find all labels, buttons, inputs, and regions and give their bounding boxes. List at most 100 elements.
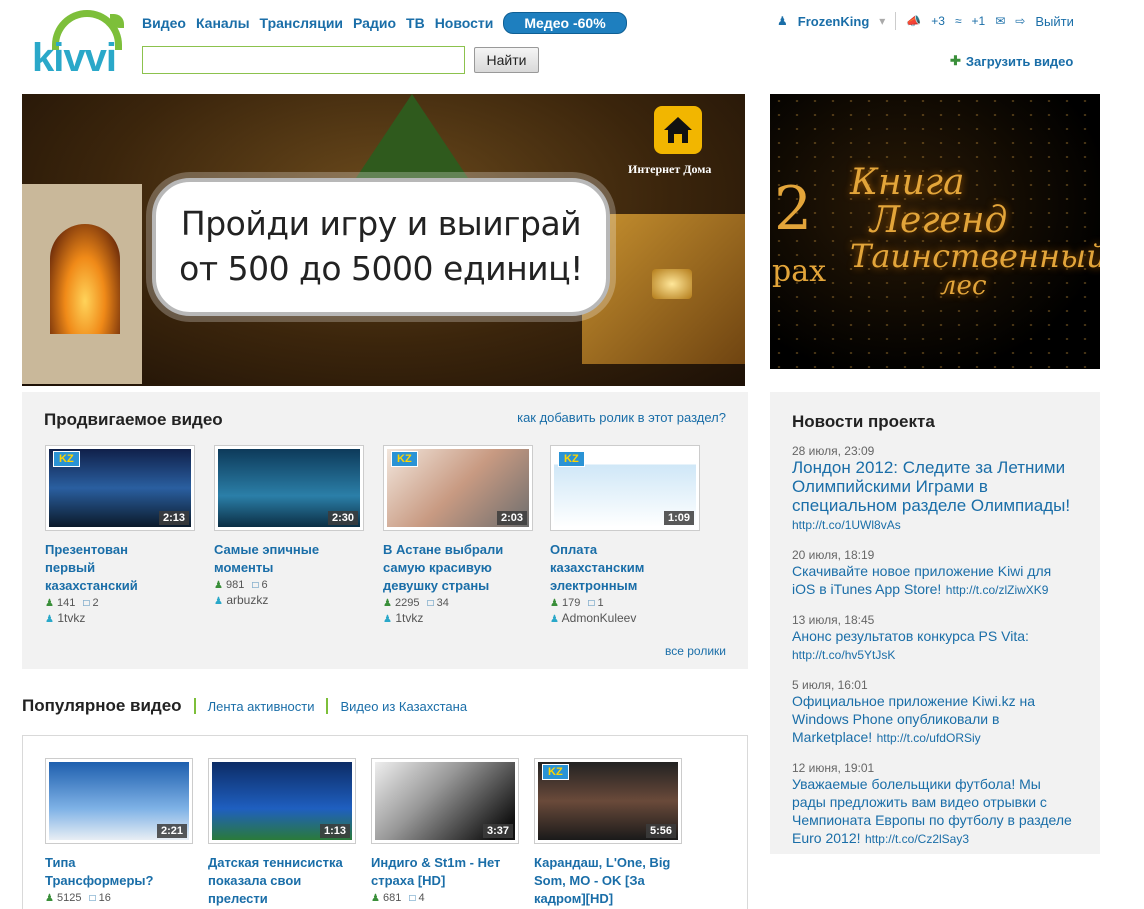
news-item: 20 июля, 18:19 Скачивайте новое приложен… — [792, 548, 1078, 599]
video-thumbnail[interactable]: KZ 2:13 — [45, 445, 195, 531]
video-card[interactable]: KZ 1:09 Оплата казахстанским электронным… — [550, 445, 700, 625]
how-to-add-link[interactable]: как добавить ролик в этот раздел? — [517, 410, 726, 425]
video-title[interactable]: Карандаш, L'One, Big Som, MO - OK [За ка… — [534, 854, 679, 908]
banner-line-1: Пройди игру и выиграй — [180, 204, 582, 244]
chevron-down-icon[interactable]: ▾ — [879, 14, 885, 28]
tab-kazakhstan-video[interactable]: Видео из Казахстана — [340, 699, 467, 714]
video-card[interactable]: 2:30 Самые эпичные моменты ♟ 981 □ 6 ♟ ar… — [214, 445, 364, 607]
comments-icon: □ — [409, 893, 416, 904]
video-thumbnail[interactable]: 3:37 — [371, 758, 519, 844]
tab-activity-feed[interactable]: Лента активности — [208, 699, 315, 714]
video-thumbnail[interactable]: KZ 2:03 — [383, 445, 533, 531]
author-name[interactable]: AdmonKuleev — [562, 611, 637, 625]
video-stats: ♟ 141 □ 2 — [45, 597, 195, 609]
tab-divider — [326, 698, 329, 714]
views-icon: ♟ — [550, 598, 559, 609]
popular-title[interactable]: Популярное видео — [22, 696, 182, 716]
tab-divider — [193, 698, 196, 714]
news-date: 12 июня, 19:01 — [792, 761, 875, 775]
logout-link[interactable]: Выйти — [1035, 14, 1074, 29]
logout-icon: ⇨ — [1015, 14, 1026, 28]
mail-icon[interactable]: ✉ — [995, 14, 1005, 28]
lamp-illustration — [652, 269, 692, 299]
user-icon: ♟ — [383, 614, 392, 625]
author-name[interactable]: arbuzkz — [226, 593, 268, 607]
notif-count-2[interactable]: +1 — [972, 14, 986, 28]
username-link[interactable]: FrozenKing — [798, 14, 870, 29]
main-nav: Видео Каналы Трансляции Радио ТВ Новости… — [142, 12, 627, 34]
video-thumbnail[interactable]: 2:30 — [214, 445, 364, 531]
video-title[interactable]: Типа Трансформеры? — [45, 854, 165, 890]
video-card[interactable]: KZ 2:03 В Астане выбрали самую красивую … — [383, 445, 533, 625]
kz-badge: KZ — [53, 451, 80, 467]
kivvi-logo[interactable]: kivvi — [30, 8, 134, 80]
views-icon: ♟ — [214, 580, 223, 591]
news-link[interactable]: http://t.co/hv5YtJsK — [792, 648, 895, 662]
news-item: 28 июля, 23:09 Лондон 2012: Следите за Л… — [792, 444, 1078, 534]
signal-icon[interactable]: ≈ — [955, 14, 962, 28]
comments-icon: □ — [252, 580, 259, 591]
news-date: 28 июля, 23:09 — [792, 444, 875, 458]
side-ad-banner[interactable]: 2 Книга Легенд Таинственный лес рах — [770, 94, 1100, 369]
user-icon: ♟ — [550, 614, 559, 625]
promo-banner[interactable]: Пройди игру и выиграй от 500 до 5000 еди… — [22, 94, 745, 386]
video-card[interactable]: KZ 2:13 Презентован первый казахстанский… — [45, 445, 195, 625]
all-videos-link[interactable]: все ролики — [665, 644, 726, 658]
video-thumbnail[interactable]: KZ 5:56 — [534, 758, 682, 844]
news-date: 5 июля, 16:01 — [792, 678, 868, 692]
logo-text: kivvi — [32, 36, 117, 80]
video-card[interactable]: KZ 5:56 Карандаш, L'One, Big Som, MO - O… — [534, 758, 684, 908]
kz-badge: KZ — [391, 451, 418, 467]
nav-broadcasts[interactable]: Трансляции — [260, 15, 343, 31]
comments-icon: □ — [83, 598, 90, 609]
news-link[interactable]: http://t.co/ufdORSiy — [877, 731, 981, 745]
video-card[interactable]: 2:21 Типа Трансформеры? ♟ 5125 □ 16 — [45, 758, 195, 904]
video-author[interactable]: ♟ 1tvkz — [45, 611, 195, 625]
nav-tv[interactable]: ТВ — [406, 15, 425, 31]
notif-count-1[interactable]: +3 — [931, 14, 945, 28]
news-link[interactable]: http://t.co/Cz2lSay3 — [865, 832, 969, 846]
news-item: 13 июля, 18:45 Анонс результатов конкурс… — [792, 613, 1078, 664]
nav-radio[interactable]: Радио — [353, 15, 396, 31]
banner-speech-bubble: Пройди игру и выиграй от 500 до 5000 еди… — [152, 178, 610, 316]
author-name[interactable]: 1tvkz — [395, 611, 423, 625]
banner-line-2: от 500 до 5000 единиц! — [179, 249, 583, 288]
megaphone-icon[interactable]: 📣 — [906, 14, 921, 28]
news-date: 20 июля, 18:19 — [792, 548, 875, 562]
author-name[interactable]: 1tvkz — [57, 611, 85, 625]
video-title[interactable]: Индиго & St1m - Нет страха [HD] — [371, 854, 511, 890]
video-title[interactable]: Презентован первый казахстанский — [45, 541, 155, 595]
video-author[interactable]: ♟ arbuzkz — [214, 593, 364, 607]
video-author[interactable]: ♟ 1tvkz — [383, 611, 533, 625]
nav-news[interactable]: Новости — [435, 15, 494, 31]
news-date: 13 июля, 18:45 — [792, 613, 875, 627]
news-text[interactable]: Лондон 2012: Следите за Летними Олимпийс… — [792, 458, 1070, 515]
video-author[interactable]: ♟ AdmonKuleev — [550, 611, 700, 625]
news-link[interactable]: http://t.co/zlZiwXK9 — [946, 583, 1049, 597]
video-thumbnail[interactable]: 1:13 — [208, 758, 356, 844]
video-card[interactable]: 3:37 Индиго & St1m - Нет страха [HD] ♟ 6… — [371, 758, 521, 904]
search-input[interactable] — [142, 46, 465, 74]
video-thumbnail[interactable]: KZ 1:09 — [550, 445, 700, 531]
nav-channels[interactable]: Каналы — [196, 15, 250, 31]
user-icon: ♟ — [777, 14, 788, 28]
views-icon: ♟ — [45, 598, 54, 609]
video-title[interactable]: Датская теннисистка показала свои прелес… — [208, 854, 353, 908]
nav-video[interactable]: Видео — [142, 15, 186, 31]
video-thumbnail[interactable]: 2:21 — [45, 758, 193, 844]
search-button[interactable]: Найти — [474, 47, 539, 73]
video-title[interactable]: В Астане выбрали самую красивую девушку … — [383, 541, 513, 595]
promo-button[interactable]: Медео -60% — [503, 12, 627, 34]
news-link[interactable]: http://t.co/1UWl8vAs — [792, 518, 901, 532]
comments-count: 2 — [92, 597, 99, 609]
upload-video-link[interactable]: ✚ Загрузить видео — [950, 53, 1073, 69]
video-card[interactable]: 1:13 Датская теннисистка показала свои п… — [208, 758, 358, 908]
news-text[interactable]: Анонс результатов конкурса PS Vita: — [792, 628, 1029, 644]
video-stats: ♟ 179 □ 1 — [550, 597, 700, 609]
video-title[interactable]: Оплата казахстанским электронным — [550, 541, 660, 595]
divider — [895, 12, 897, 30]
kz-badge: KZ — [558, 451, 585, 467]
views-icon: ♟ — [371, 893, 380, 904]
promoted-videos-section: Продвигаемое видео как добавить ролик в … — [22, 392, 748, 669]
video-title[interactable]: Самые эпичные моменты — [214, 541, 334, 577]
